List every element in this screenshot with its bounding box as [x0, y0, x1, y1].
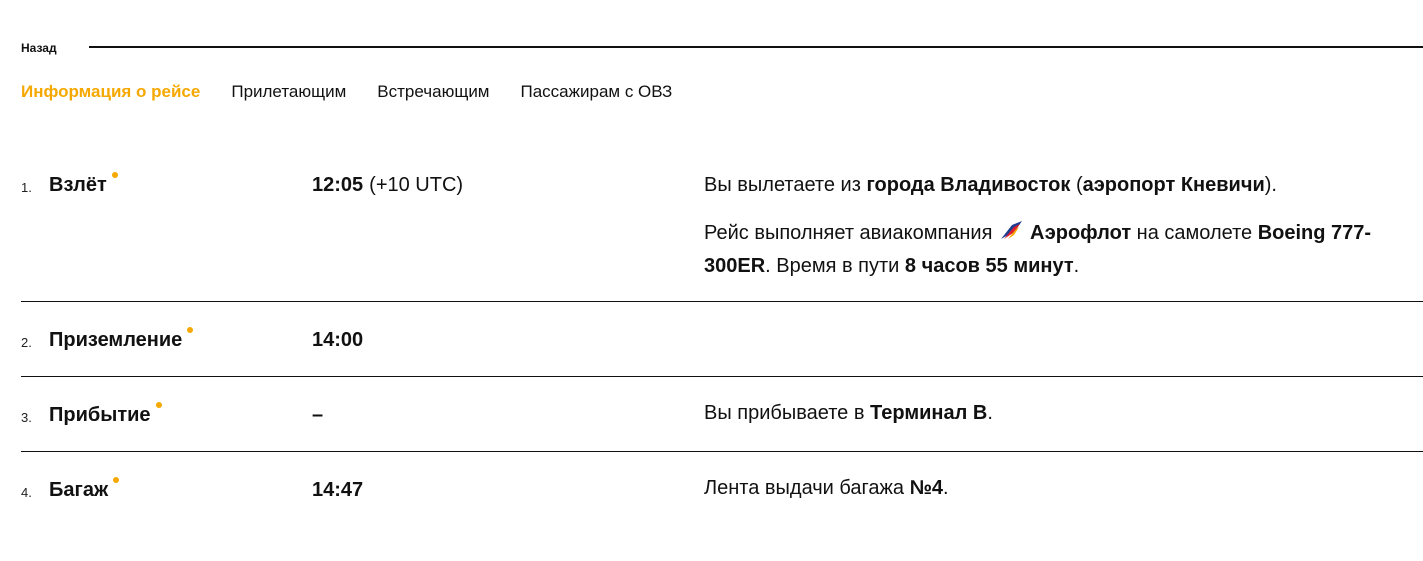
departure-info: Вы вылетаете из города Владивосток (аэро…	[704, 174, 1277, 196]
step-row-takeoff: 1. Взлёт 12:05 (+10 UTC) Вы вылетаете из …	[21, 164, 1423, 302]
tab-flight-info[interactable]: Информация о рейсе	[21, 82, 200, 102]
status-dot-icon	[155, 402, 162, 408]
step-row-baggage: 4. Багаж 14:47 Лента выдачи багажа №4.	[21, 452, 1423, 526]
tab-meeting[interactable]: Встречающим	[377, 82, 489, 102]
step-info: Вы вылетаете из города Владивосток (аэро…	[704, 169, 1404, 283]
baggage-info: Лента выдачи багажа №4.	[704, 477, 949, 499]
step-title: Взлёт	[49, 172, 118, 197]
tab-bar: Информация о рейсе Прилетающим Встречающ…	[21, 82, 672, 102]
step-time: 14:47	[312, 479, 364, 501]
step-number: 2.	[21, 335, 32, 350]
step-info: Вы прибываете в Терминал B.	[704, 397, 1404, 430]
step-time: 14:00	[312, 329, 364, 351]
status-dot-icon	[113, 477, 120, 483]
aeroflot-logo-icon	[1001, 221, 1022, 239]
step-title: Приземление	[49, 327, 194, 352]
airline-info: Рейс выполняет авиакомпания Аэрофлот на …	[704, 217, 1404, 283]
step-number: 1.	[21, 180, 32, 195]
step-number: 4.	[21, 485, 32, 500]
tab-arriving[interactable]: Прилетающим	[231, 82, 346, 102]
terminal-info: Вы прибываете в Терминал B.	[704, 402, 993, 424]
top-bar: Назад	[21, 38, 1423, 58]
tab-reduced-mobility[interactable]: Пассажирам с ОВЗ	[521, 82, 673, 102]
step-title: Прибытие	[49, 402, 162, 427]
step-title: Багаж	[49, 477, 120, 502]
timezone: (+10 UTC)	[369, 174, 464, 196]
top-divider	[89, 46, 1423, 48]
step-row-arrival: 3. Прибытие – Вы прибываете в Терминал B…	[21, 377, 1423, 452]
back-link[interactable]: Назад	[21, 41, 57, 55]
step-number: 3.	[21, 410, 32, 425]
step-info: Лента выдачи багажа №4.	[704, 472, 1404, 505]
status-dot-icon	[111, 172, 118, 178]
step-time: –	[312, 404, 324, 426]
step-row-landing: 2. Приземление 14:00	[21, 302, 1423, 377]
step-time: 12:05 (+10 UTC)	[312, 174, 464, 196]
status-dot-icon	[187, 327, 194, 333]
flight-steps-list: 1. Взлёт 12:05 (+10 UTC) Вы вылетаете из …	[21, 164, 1423, 526]
